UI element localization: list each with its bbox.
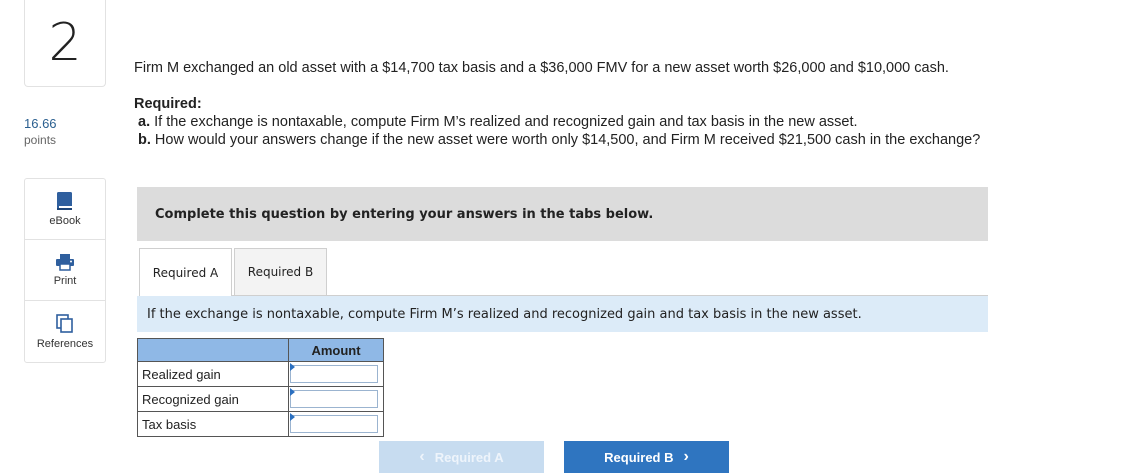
tax-basis-label: Tax basis	[137, 411, 289, 437]
realized-gain-label: Realized gain	[137, 361, 289, 387]
tab-prompt-band: If the exchange is nontaxable, compute F…	[137, 296, 988, 332]
requirement-b-prefix: b.	[138, 132, 151, 148]
problem-statement: Firm M exchanged an old asset with a $14…	[134, 60, 949, 76]
print-label: Print	[53, 275, 77, 287]
recognized-gain-cell	[288, 386, 384, 412]
tab-required-a[interactable]: Required A	[139, 248, 232, 296]
requirement-a-text: If the exchange is nontaxable, compute F…	[154, 114, 858, 130]
tab-required-b[interactable]: Required B	[234, 248, 327, 295]
required-heading: Required:	[134, 96, 202, 112]
ebook-label: eBook	[49, 215, 81, 227]
next-button-label: Required B	[604, 449, 674, 465]
references-button[interactable]: References	[25, 301, 105, 362]
tab-prompt-text: If the exchange is nontaxable, compute F…	[147, 306, 862, 322]
question-number: 2	[24, 0, 106, 87]
book-icon	[57, 192, 72, 210]
recognized-gain-label: Recognized gain	[137, 386, 289, 412]
previous-button-label: Required A	[434, 449, 504, 465]
points-label: points	[24, 133, 57, 147]
recognized-gain-input[interactable]	[290, 390, 378, 408]
requirement-a-prefix: a.	[138, 114, 151, 130]
requirement-a: a. If the exchange is nontaxable, comput…	[138, 114, 858, 130]
cell-marker-icon	[290, 413, 295, 421]
instructions-text: Complete this question by entering your …	[155, 206, 654, 222]
print-button[interactable]: Print	[25, 240, 105, 301]
answer-table: Amount Realized gain Recognized gain Tax…	[137, 338, 384, 437]
references-icon	[56, 313, 73, 333]
header-blank-cell	[137, 338, 289, 362]
table-row: Realized gain	[137, 361, 384, 387]
references-label: References	[36, 337, 94, 350]
next-required-b-button[interactable]: Required B ›	[564, 441, 729, 473]
ebook-button[interactable]: eBook	[25, 179, 105, 240]
tax-basis-input[interactable]	[290, 415, 378, 433]
chevron-right-icon: ›	[683, 448, 689, 465]
realized-gain-input[interactable]	[290, 365, 378, 383]
cell-marker-icon	[290, 388, 295, 396]
points-value: 16.66	[24, 116, 57, 131]
tool-panel: eBook Print References	[24, 178, 106, 363]
requirement-b-text: How would your answers change if the new…	[154, 132, 981, 148]
table-row: Tax basis	[137, 411, 384, 437]
chevron-left-icon: ‹	[419, 448, 425, 465]
cell-marker-icon	[290, 363, 295, 371]
printer-icon	[56, 254, 74, 271]
answer-table-header: Amount	[137, 338, 384, 362]
amount-header: Amount	[288, 338, 384, 362]
instructions-panel: Complete this question by entering your …	[137, 187, 988, 241]
realized-gain-cell	[288, 361, 384, 387]
tax-basis-cell	[288, 411, 384, 437]
previous-required-a-button[interactable]: ‹ Required A	[379, 441, 544, 473]
requirement-b: b. How would your answers change if the …	[138, 132, 980, 148]
table-row: Recognized gain	[137, 386, 384, 412]
